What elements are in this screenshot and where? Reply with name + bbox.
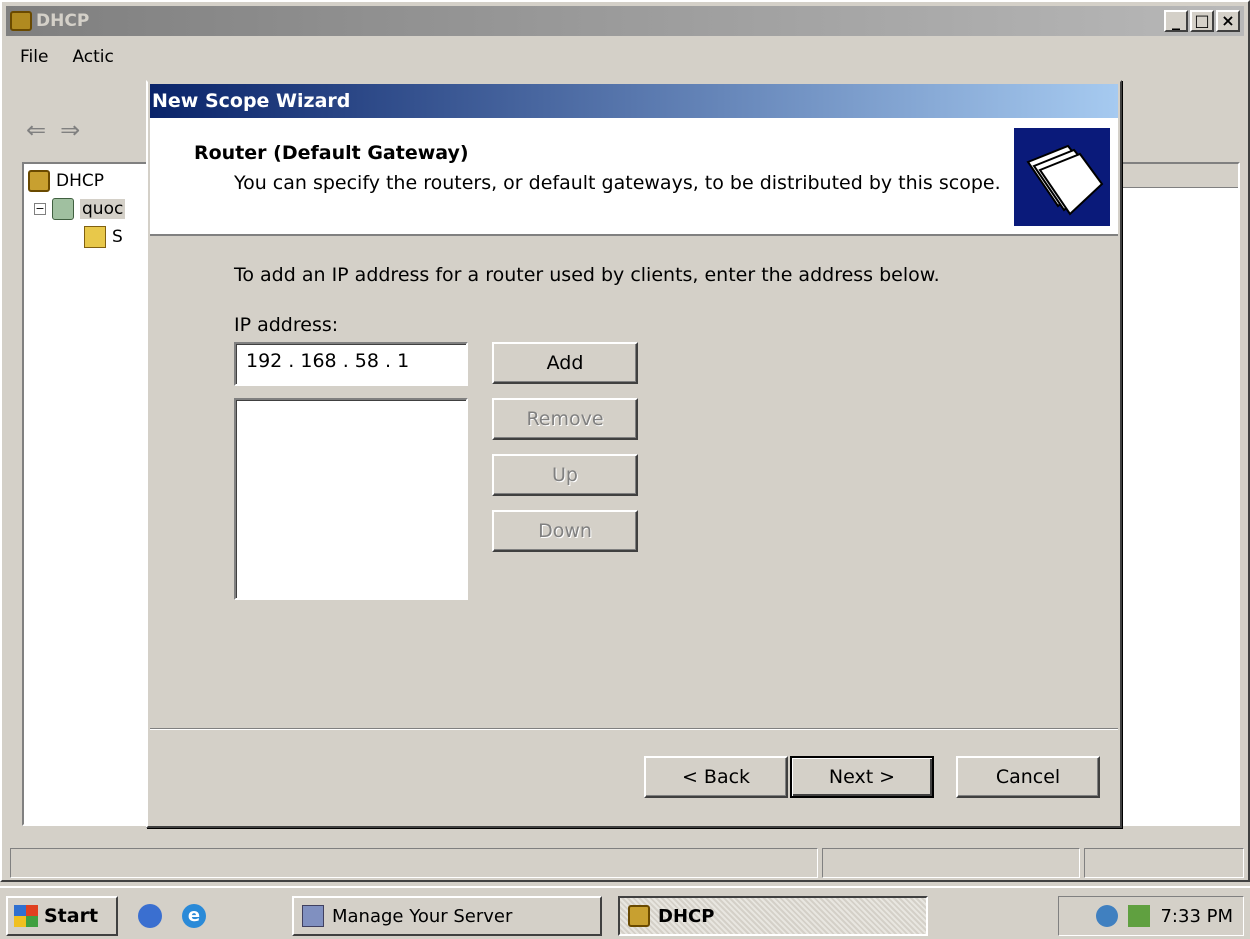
dhcp-titlebar[interactable]: DHCP _ □ × xyxy=(6,6,1244,36)
dhcp-window-title: DHCP xyxy=(36,11,90,31)
start-label: Start xyxy=(44,905,99,927)
task-label-manage: Manage Your Server xyxy=(332,905,513,927)
up-button[interactable]: Up xyxy=(492,454,638,496)
clock[interactable]: 7:33 PM xyxy=(1160,906,1233,927)
ip-address-field[interactable]: 192 . 168 . 58 . 1 xyxy=(234,342,468,386)
start-button[interactable]: Start xyxy=(6,896,118,936)
task-label-dhcp: DHCP xyxy=(658,905,715,927)
windows-logo-icon xyxy=(14,905,38,927)
folders-icon xyxy=(1014,128,1110,226)
internet-explorer-icon[interactable]: e xyxy=(182,904,206,928)
task-manage-your-server[interactable]: Manage Your Server xyxy=(292,896,602,936)
next-button[interactable]: Next > xyxy=(790,756,934,798)
task-dhcp[interactable]: DHCP xyxy=(618,896,928,936)
manage-server-icon xyxy=(302,905,324,927)
add-button[interactable]: Add xyxy=(492,342,638,384)
minimize-button[interactable]: _ xyxy=(1164,10,1188,32)
menu-bar: File Actic xyxy=(8,42,126,72)
folder-icon xyxy=(84,226,106,248)
dhcp-app-icon xyxy=(10,11,32,31)
network-icon[interactable] xyxy=(1096,905,1119,927)
new-scope-wizard-dialog: New Scope Wizard Router (Default Gateway… xyxy=(146,80,1122,828)
quicklaunch-icon-1[interactable] xyxy=(138,904,162,928)
cancel-button[interactable]: Cancel xyxy=(956,756,1100,798)
ip-address-label: IP address: xyxy=(234,314,339,336)
status-panel-1 xyxy=(10,848,818,878)
tree-label-scope: S xyxy=(112,227,123,247)
menu-action[interactable]: Actic xyxy=(60,47,125,67)
status-panel-3 xyxy=(1084,848,1244,878)
instruction-text: To add an IP address for a router used b… xyxy=(234,264,940,286)
down-button[interactable]: Down xyxy=(492,510,638,552)
tree-item-dhcp[interactable]: DHCP xyxy=(28,170,104,192)
forward-arrow-icon[interactable]: ⇒ xyxy=(60,116,80,144)
back-arrow-icon[interactable]: ⇐ xyxy=(26,116,46,144)
status-bar xyxy=(10,848,1244,878)
wizard-page-title: Router (Default Gateway) xyxy=(194,142,469,164)
menu-file[interactable]: File xyxy=(8,47,60,67)
remove-button[interactable]: Remove xyxy=(492,398,638,440)
maximize-button[interactable]: □ xyxy=(1190,10,1214,32)
tree-label-dhcp: DHCP xyxy=(56,171,104,191)
collapse-icon[interactable]: − xyxy=(34,203,46,215)
dhcp-task-icon xyxy=(628,905,650,927)
tree-item-scope[interactable]: S xyxy=(84,226,123,248)
tree-label-server: quoc xyxy=(80,199,126,219)
wizard-titlebar[interactable]: New Scope Wizard xyxy=(150,84,1118,118)
status-panel-2 xyxy=(822,848,1080,878)
server-icon xyxy=(52,198,74,220)
back-button[interactable]: < Back xyxy=(644,756,788,798)
footer-divider xyxy=(150,728,1118,730)
connection-icon[interactable] xyxy=(1128,905,1151,927)
taskbar: Start e Manage Your Server DHCP 7:33 PM xyxy=(0,886,1250,939)
wizard-page-subtitle: You can specify the routers, or default … xyxy=(234,172,1001,194)
tree-item-server[interactable]: − quoc xyxy=(34,198,126,220)
wizard-header: Router (Default Gateway) You can specify… xyxy=(150,118,1118,236)
router-list[interactable] xyxy=(234,398,468,600)
system-tray: 7:33 PM xyxy=(1058,896,1244,936)
close-button[interactable]: × xyxy=(1216,10,1240,32)
toolbar: ⇐ ⇒ xyxy=(8,110,80,150)
dhcp-icon xyxy=(28,170,50,192)
